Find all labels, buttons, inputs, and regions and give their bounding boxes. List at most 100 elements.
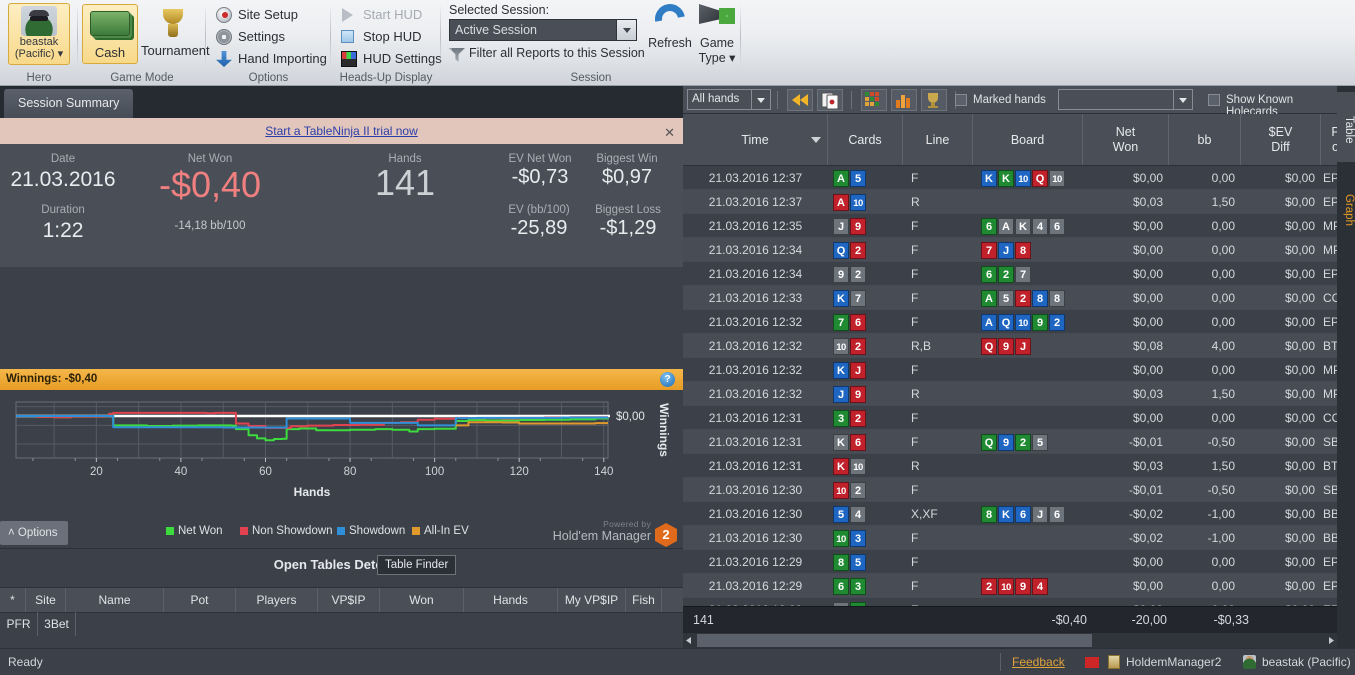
stop-hud-button[interactable]: Stop HUD <box>339 26 422 48</box>
replay-hand-button[interactable] <box>817 89 843 111</box>
open-tables-column-header[interactable]: * <box>0 588 26 612</box>
cell-cards: K7 <box>833 286 903 310</box>
table-row[interactable]: 21.03.2016 12:32 J 9 R $0,03 1,50 $0,00 MP <box>683 382 1337 406</box>
cash-mode-button[interactable]: Cash <box>82 4 138 64</box>
open-tables-column-header[interactable]: Hands <box>464 588 558 612</box>
hands-column-header[interactable]: Cards <box>828 114 903 165</box>
chevron-down-icon[interactable] <box>616 20 636 40</box>
help-icon[interactable]: ? <box>660 372 675 387</box>
cell-cards: 10 2 <box>833 334 903 358</box>
total-bb: -20,00 <box>1131 613 1167 627</box>
tab-session-summary[interactable]: Session Summary <box>4 89 134 118</box>
hero-profile-button[interactable]: beastak (Pacific) ▾ <box>8 3 70 65</box>
horizontal-scroll-thumb[interactable] <box>697 634 1092 647</box>
site-setup-button[interactable]: Site Setup <box>214 4 298 26</box>
feedback-link[interactable]: Feedback <box>1012 655 1065 669</box>
settings-button[interactable]: Settings <box>214 26 285 48</box>
table-row[interactable]: 21.03.2016 12:35 J 9 F 6 A K 4 6 $0,00 0,00 $0,00 MP <box>683 214 1337 238</box>
refresh-button[interactable]: Refresh <box>646 2 694 50</box>
open-tables-column-header[interactable]: PFR <box>0 612 38 636</box>
open-tables-column-header[interactable]: Won <box>380 588 464 612</box>
promo-banner: Start a TableNinja II trial now ✕ <box>0 118 683 144</box>
show-known-holecards-checkbox[interactable] <box>1208 94 1220 106</box>
open-tables-column-header[interactable]: Name <box>66 588 164 612</box>
hud-settings-button[interactable]: HUD Settings <box>339 48 442 70</box>
table-row[interactable]: 21.03.2016 12:31 K 6 F Q 9 2 5 -$0,01 -0,50 $0,00 S… <box>683 430 1337 454</box>
promo-link[interactable]: Start a TableNinja II trial now <box>265 124 418 138</box>
table-row[interactable]: 21.03.2016 12:34 9 2 F 6 2 7 $0,00 0,00 $0,00 EP <box>683 262 1337 286</box>
table-row[interactable]: 21.03.2016 12:31 K10 R $0,03 1,50 $0,00 BTN <box>683 454 1337 478</box>
hands-column-header[interactable]: Net Won <box>1083 114 1169 165</box>
cell-bb: -1,00 <box>1207 531 1235 545</box>
legend-item-non-showdown[interactable]: Non Showdown <box>240 525 333 537</box>
settings-label: Settings <box>238 29 285 44</box>
cell-board <box>981 190 1086 214</box>
selected-session-combo[interactable]: Active Session <box>449 19 637 41</box>
open-tables-column-header[interactable]: My VP$IP <box>558 588 626 612</box>
playing-card: Q <box>1032 170 1048 188</box>
status-bar: Ready Feedback HoldemManager2 beastak (P… <box>0 648 1355 675</box>
cell-bb: 1,50 <box>1211 459 1235 473</box>
hands-column-header[interactable]: $EV Diff <box>1241 114 1321 165</box>
table-row[interactable]: 21.03.2016 12:29 6 3 F 2 10 9 4 $0,00 0,00 $0,00 EP <box>683 574 1337 598</box>
table-row[interactable]: 21.03.2016 12:30 5 4 X,XF 8 K 6 J 6 -$0,02 -1,00 $0… <box>683 502 1337 526</box>
chevron-down-icon[interactable] <box>1173 90 1192 109</box>
legend-item-net-won[interactable]: Net Won <box>166 525 223 537</box>
hands-column-header[interactable]: Line <box>903 114 973 165</box>
legend-item-all-in-ev[interactable]: All-In EV <box>412 525 469 537</box>
open-tables-column-header[interactable]: Site <box>26 588 66 612</box>
table-row[interactable]: 21.03.2016 12:37 A 5 F K K 10 Q 10 $0,00 0,00 $0,00… <box>683 166 1337 190</box>
table-row[interactable]: 21.03.2016 12:29 8 5 F $0,00 0,00 $0,00 EP <box>683 550 1337 574</box>
table-row[interactable]: 21.03.2016 12:30 10 2 F -$0,01 -0,50 $0,00 SB <box>683 478 1337 502</box>
marked-hands-combo[interactable] <box>1058 89 1193 110</box>
hand-importing-button[interactable]: Hand Importing <box>214 48 327 70</box>
table-row[interactable]: 21.03.2016 12:37 A 10 R $0,03 1,50 $0,00 EP <box>683 190 1337 214</box>
open-tables-column-header[interactable]: VP$IP <box>318 588 380 612</box>
filter-reports-checkbox[interactable]: Filter all Reports to this Session <box>449 46 645 62</box>
playing-card: J <box>998 242 1014 260</box>
table-row[interactable]: 21.03.2016 12:33 K 7 F A 5 2 8 8 $0,00 0,00 $0,00 CO <box>683 286 1337 310</box>
side-tab-graph[interactable]: Graph <box>1337 170 1355 244</box>
hand-grid-button[interactable] <box>861 89 887 111</box>
hand-filter-combo[interactable]: All hands <box>687 89 771 110</box>
table-row[interactable]: 21.03.2016 12:32 10 2 R,B Q 9 J $0,08 4,00 $0,00 B… <box>683 334 1337 358</box>
horizontal-scrollbar[interactable] <box>683 632 1337 648</box>
playing-card: 2 <box>850 242 866 260</box>
table-row[interactable]: 21.03.2016 12:32 7 6 F A Q 10 9 2 $0,00 0,00 $0,00 E… <box>683 310 1337 334</box>
cell-net-won: $0,00 <box>1132 291 1163 305</box>
chart-options-button[interactable]: ˄ Options <box>0 521 68 545</box>
playing-card: Q <box>981 434 997 452</box>
table-row[interactable]: 21.03.2016 12:31 3 2 F $0,00 0,00 $0,00 CO <box>683 406 1337 430</box>
table-row[interactable]: 21.03.2016 12:30 10 3 F -$0,02 -1,00 $0,00 BB <box>683 526 1337 550</box>
table-finder-button[interactable]: Table Finder <box>377 555 457 575</box>
hands-column-header[interactable]: bb <box>1169 114 1241 165</box>
table-row[interactable]: 21.03.2016 12:34 Q 2 F 7 J 8 $0,00 0,00 $0,00 MP <box>683 238 1337 262</box>
hands-column-header[interactable]: Board <box>973 114 1083 165</box>
tournament-mode-button[interactable]: Tournament <box>140 4 210 64</box>
report-chart-button[interactable] <box>891 89 917 111</box>
start-hud-button[interactable]: Start HUD <box>339 4 422 26</box>
close-icon[interactable]: ✕ <box>664 120 675 146</box>
cell-board: 7J8 <box>981 238 1086 262</box>
game-type-button[interactable]: Game Type ▾ <box>694 2 740 65</box>
open-tables-column-header[interactable]: Pot <box>164 588 236 612</box>
cell-net-won: -$0,02 <box>1128 507 1163 521</box>
table-row[interactable]: 21.03.2016 12:32 K J F $0,00 0,00 $0,00 MP <box>683 358 1337 382</box>
legend-item-showdown[interactable]: Showdown <box>337 525 405 537</box>
cell-position: EP <box>1323 267 1337 281</box>
scroll-right-arrow[interactable] <box>1324 634 1337 647</box>
table-row[interactable]: 21.03.2016 12:29 87 F $0,00 0,00 $0,00 EP <box>683 598 1337 606</box>
tournament-results-button[interactable] <box>921 89 947 111</box>
scroll-left-arrow[interactable] <box>683 634 696 647</box>
rewind-button[interactable] <box>787 89 813 111</box>
side-tab-table[interactable]: Table <box>1337 92 1355 162</box>
open-tables-column-header[interactable]: Fish <box>626 588 662 612</box>
hands-column-header[interactable]: Time <box>683 114 828 165</box>
app-name: HoldemManager2 <box>1126 655 1222 669</box>
marked-hands-checkbox[interactable] <box>955 94 967 106</box>
chevron-down-icon[interactable] <box>751 90 770 109</box>
open-tables-column-header[interactable]: 3Bet <box>38 612 76 636</box>
legend-swatch <box>166 526 174 535</box>
open-tables-column-header[interactable]: Players <box>236 588 318 612</box>
cards-icon <box>821 92 839 110</box>
